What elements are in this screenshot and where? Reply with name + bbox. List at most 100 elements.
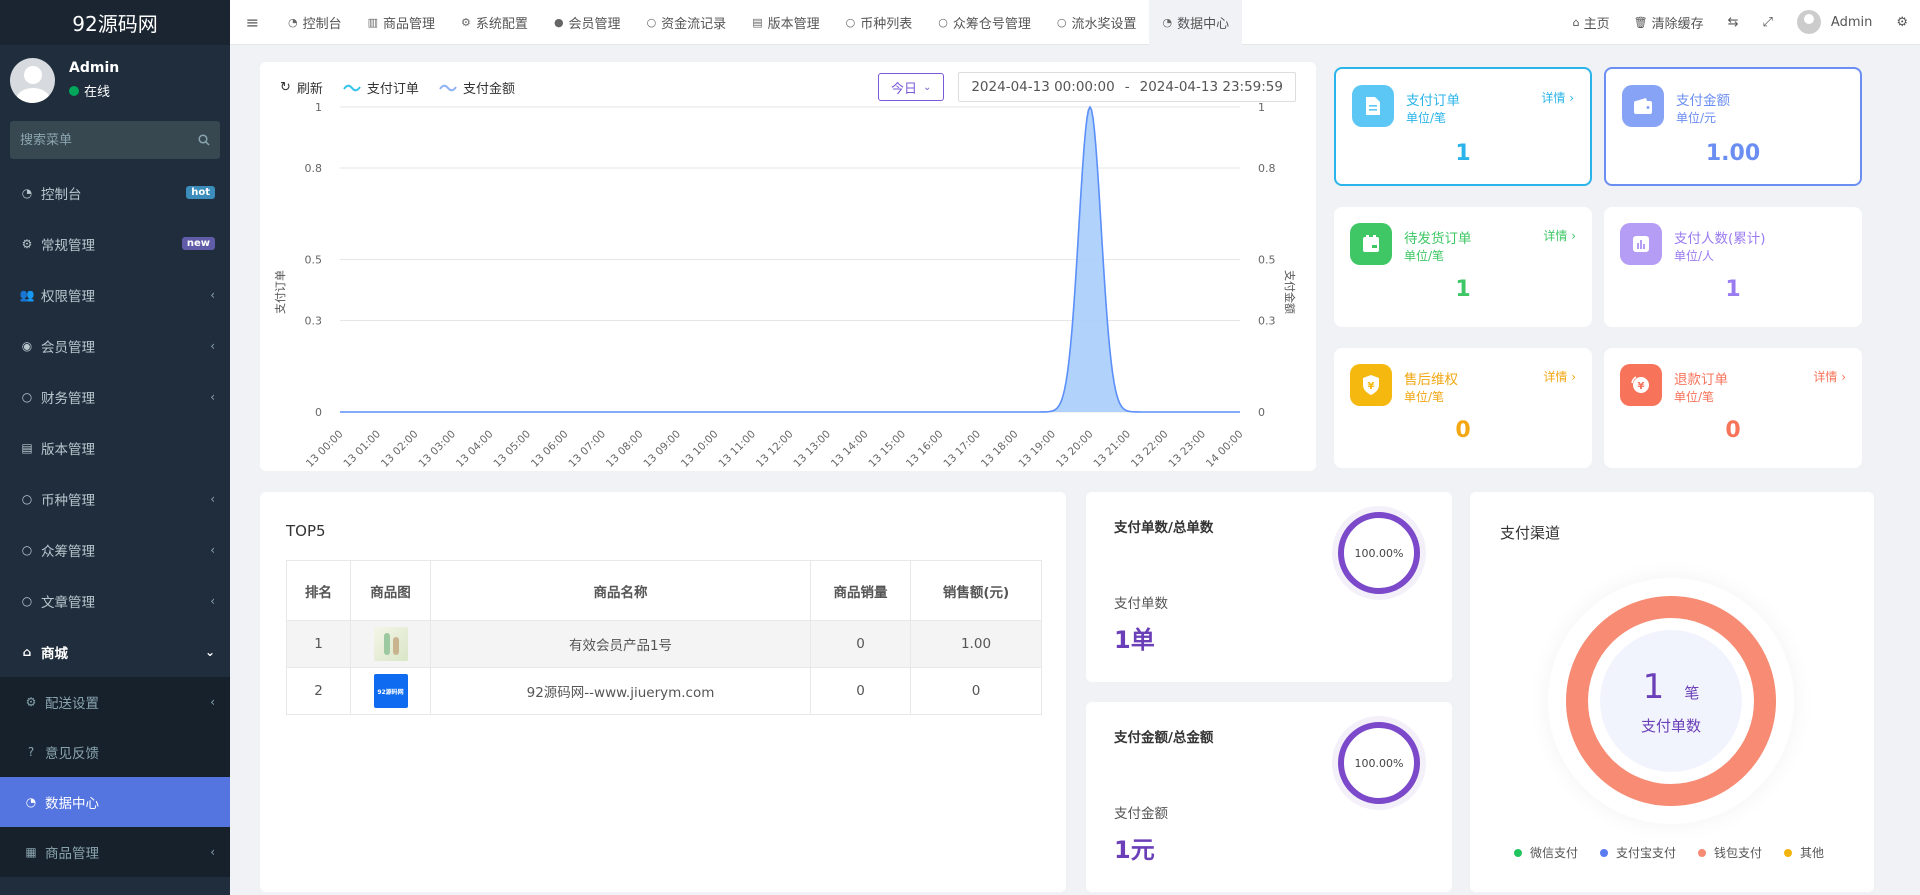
period-select[interactable]: 今日 ⌄ — [877, 73, 945, 101]
x-axis-ticks: 13 00:0013 01:0013 02:0013 03:0013 04:00… — [304, 428, 1246, 470]
column-header[interactable]: 销售额(元) — [910, 560, 1042, 621]
sidebar-item-feedback[interactable]: ? 意见反馈 — [0, 727, 230, 777]
stat-card-paid-amount[interactable]: 支付金额 单位/元 1.00 — [1604, 67, 1862, 186]
app-logo[interactable]: 92源码网 — [0, 0, 230, 45]
chevron-left-icon: ‹ — [210, 542, 215, 557]
menu-toggle-icon[interactable]: ≡ — [230, 13, 275, 32]
tab-label: 流水奖设置 — [1071, 16, 1137, 32]
stat-card-after-sales[interactable]: ¥ 售后维权 单位/笔 详情 › 0 — [1334, 348, 1592, 468]
y-axis-right-ticks: 0 0.3 0.5 0.8 1 — [1258, 101, 1276, 419]
rank-cell: 1 — [286, 620, 351, 668]
y-tick-label: 0.3 — [1258, 315, 1276, 328]
user-menu-label: Admin — [1830, 14, 1873, 30]
sidebar-item-currency[interactable]: ○ 币种管理 ‹ — [0, 473, 230, 524]
stat-detail-link[interactable]: 详情 › — [1543, 227, 1576, 244]
donut-center-unit: 笔 — [1684, 683, 1700, 702]
x-tick-label: 13 02:00 — [379, 428, 421, 470]
table-row[interactable]: 2 92源码网 92源码网--www.jiuerym.com 0 0 — [286, 667, 1042, 715]
sidebar-item-permissions[interactable]: 👥 权限管理 ‹ — [0, 269, 230, 320]
donut-ring[interactable]: 1 笔 支付单数 — [1566, 596, 1776, 806]
table-row[interactable]: 1 有效会员产品1号 0 1.00 — [286, 620, 1042, 668]
x-tick-label: 13 07:00 — [566, 428, 608, 470]
home-link[interactable]: ⌂ 主页 — [1561, 13, 1622, 32]
column-header[interactable]: 商品销量 — [810, 560, 911, 621]
user-menu[interactable]: Admin — [1785, 10, 1884, 34]
sidebar-item-dashboard[interactable]: ◔ 控制台 hot — [0, 167, 230, 218]
menu-search-input[interactable] — [20, 132, 180, 148]
tab-crowdfunding[interactable]: ○ 众筹仓号管理 — [925, 0, 1044, 45]
stat-title: 退款订单 — [1674, 372, 1728, 388]
x-tick-label: 13 01:00 — [341, 428, 383, 470]
sidebar-item-general[interactable]: ⚙ 常规管理 new — [0, 218, 230, 269]
settings-gear-icon[interactable]: ⚙ — [1884, 15, 1920, 30]
sidebar-search — [10, 121, 220, 159]
stat-title: 支付金额 — [1676, 93, 1730, 109]
sidebar-item-products[interactable]: ▦ 商品管理 ‹ — [0, 827, 230, 877]
tab-versions[interactable]: ▤ 版本管理 — [739, 0, 832, 45]
rank-cell: 2 — [286, 667, 351, 715]
sidebar-item-data-center[interactable]: ◔ 数据中心 — [0, 777, 230, 827]
legend-item-other[interactable]: 其他 — [1784, 844, 1824, 861]
clear-cache-button[interactable]: 🗑 清除缓存 — [1622, 13, 1716, 32]
stat-card-refunds[interactable]: ¥ 退款订单 单位/笔 详情 › 0 — [1604, 348, 1862, 468]
sidebar-item-crowdfunding[interactable]: ○ 众筹管理 ‹ — [0, 524, 230, 575]
tab-currency-list[interactable]: ○ 币种列表 — [833, 0, 926, 45]
sidebar-item-label: 常规管理 — [41, 237, 95, 254]
tab-label: 币种列表 — [860, 16, 913, 32]
tab-fund-flow[interactable]: ○ 资金流记录 — [634, 0, 740, 45]
product-thumbnail[interactable] — [373, 627, 408, 661]
user-panel: Admin 在线 — [0, 45, 230, 115]
file-icon: ▤ — [21, 440, 33, 455]
y-tick-label: 0.8 — [305, 162, 323, 175]
stat-card-paid-users[interactable]: 支付人数(累计) 单位/人 1 — [1604, 207, 1862, 327]
sidebar-item-members[interactable]: ◉ 会员管理 ‹ — [0, 320, 230, 371]
tab-flow-reward[interactable]: ○ 流水奖设置 — [1044, 0, 1150, 45]
sidebar-item-delivery[interactable]: ⚙ 配送设置 ‹ — [0, 677, 230, 727]
product-thumbnail[interactable]: 92源码网 — [373, 674, 408, 708]
sidebar-item-versions[interactable]: ▤ 版本管理 — [0, 422, 230, 473]
sidebar-item-label: 商城 — [41, 645, 68, 662]
stat-card-paid-orders[interactable]: 支付订单 单位/笔 详情 › 1 — [1334, 67, 1592, 186]
user-status-label: 在线 — [84, 85, 111, 100]
thumb-cell — [350, 620, 431, 668]
home-icon: ⌂ — [1572, 15, 1580, 29]
tab-label: 数据中心 — [1177, 16, 1230, 32]
legend-item-alipay[interactable]: 支付宝支付 — [1600, 844, 1676, 861]
tab-products[interactable]: ▥ 商品管理 — [355, 0, 448, 45]
stat-card-pending-shipment[interactable]: 待发货订单 单位/笔 详情 › 1 — [1334, 207, 1592, 327]
tab-data-center[interactable]: ◔ 数据中心 — [1149, 0, 1243, 45]
sidebar-item-mall[interactable]: ⌂ 商城 ⌄ — [0, 626, 230, 677]
sidebar-item-articles[interactable]: ○ 文章管理 ‹ — [0, 575, 230, 626]
fullscreen-icon[interactable]: ⤢ — [1751, 15, 1785, 30]
dashboard-icon: ◔ — [21, 185, 33, 200]
shop-icon: ▥ — [367, 15, 379, 29]
circle-icon: ○ — [1056, 15, 1067, 29]
sidebar-item-finance[interactable]: ○ 财务管理 ‹ — [0, 371, 230, 422]
legend-item-amount[interactable]: 支付金额 — [439, 78, 515, 97]
tab-dashboard[interactable]: ◔ 控制台 — [275, 0, 355, 45]
tab-system-config[interactable]: ⚙ 系统配置 — [448, 0, 541, 45]
legend-item-orders[interactable]: 支付订单 — [343, 78, 419, 97]
legend-item-wechat[interactable]: 微信支付 — [1514, 844, 1578, 861]
legend-item-wallet[interactable]: 钱包支付 — [1698, 844, 1762, 861]
x-tick-label: 14 00:00 — [1204, 428, 1246, 470]
channel-title: 支付渠道 — [1500, 524, 1561, 542]
column-header[interactable]: 商品图 — [350, 560, 431, 621]
top5-panel: TOP5 排名 商品图 商品名称 商品销量 销售额(元) 1 有效会员产品1号 … — [260, 492, 1066, 892]
tab-members[interactable]: ● 会员管理 — [541, 0, 634, 45]
x-tick-label: 13 08:00 — [604, 428, 646, 470]
translate-icon[interactable]: ⇆ — [1716, 15, 1751, 30]
stat-detail-link[interactable]: 详情 › — [1543, 368, 1576, 385]
trash-icon: 🗑 — [1633, 15, 1648, 29]
date-range-picker[interactable]: 2024-04-13 00:00:00 - 2024-04-13 23:59:5… — [958, 72, 1296, 102]
x-tick-label: 13 04:00 — [454, 428, 496, 470]
refresh-button[interactable]: ↻ 刷新 — [280, 78, 323, 97]
column-header[interactable]: 商品名称 — [430, 560, 811, 621]
stat-detail-label: 详情 — [1813, 370, 1838, 384]
stat-detail-link[interactable]: 详情 › — [1541, 89, 1574, 106]
column-header[interactable]: 排名 — [286, 560, 351, 621]
stat-detail-link[interactable]: 详情 › — [1813, 368, 1846, 385]
search-icon[interactable] — [198, 134, 210, 146]
chevron-left-icon: ‹ — [210, 389, 215, 404]
stat-detail-label: 详情 — [1543, 229, 1568, 243]
